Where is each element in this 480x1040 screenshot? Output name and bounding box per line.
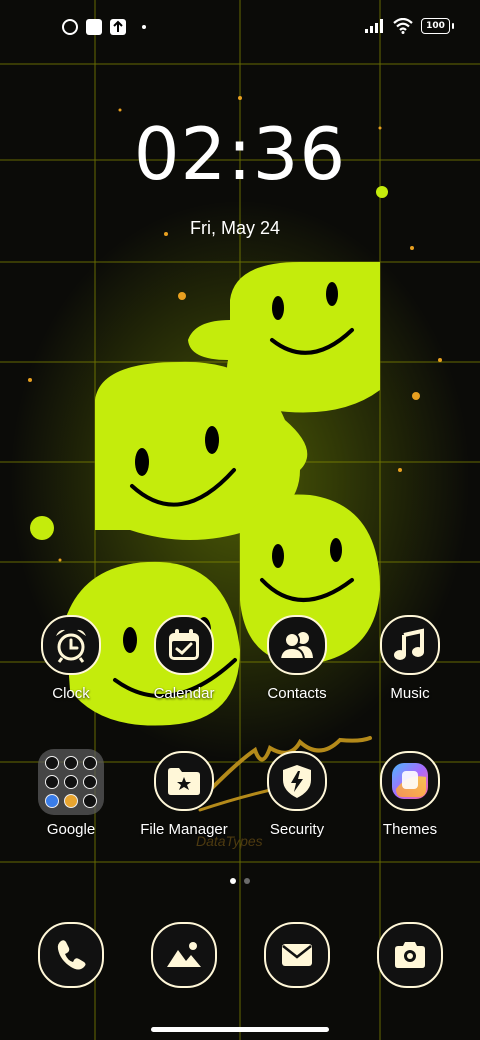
alarm-clock-icon — [41, 615, 101, 675]
app-calendar[interactable]: Calendar — [128, 615, 240, 702]
themes-icon — [380, 751, 440, 811]
gallery-icon — [151, 922, 217, 988]
notification-square-icon — [86, 19, 102, 35]
dock-gallery[interactable] — [151, 922, 217, 988]
music-note-icon — [380, 615, 440, 675]
calendar-check-icon — [154, 615, 214, 675]
app-contacts[interactable]: Contacts — [241, 615, 353, 702]
app-label: Calendar — [153, 685, 215, 702]
maps-icon — [83, 756, 97, 770]
app-clock[interactable]: Clock — [15, 615, 127, 702]
phone-icon — [38, 922, 104, 988]
clock-time[interactable]: 02:36 — [0, 112, 480, 196]
more-notifications-dot — [142, 25, 146, 29]
files-icon — [64, 794, 78, 808]
upload-arrow-icon — [110, 19, 126, 35]
dock-camera[interactable] — [377, 922, 443, 988]
shield-bolt-icon — [267, 751, 327, 811]
app-music[interactable]: Music — [354, 615, 466, 702]
mail-icon — [264, 922, 330, 988]
home-indicator-bar[interactable] — [151, 1027, 329, 1032]
page-dot[interactable] — [244, 878, 250, 884]
app-label: Google — [46, 821, 96, 838]
status-bar: 100 — [0, 0, 480, 56]
app-label: Themes — [382, 821, 438, 838]
duo-icon — [83, 794, 97, 808]
contacts-icon — [267, 615, 327, 675]
drive-icon — [45, 794, 59, 808]
meet-icon — [64, 775, 78, 789]
app-label: Contacts — [267, 685, 327, 702]
notification-app-icon — [62, 19, 78, 35]
app-label: Clock — [52, 685, 90, 702]
wifi-icon — [393, 18, 413, 34]
chrome-icon — [45, 756, 59, 770]
camera-icon — [377, 922, 443, 988]
app-file-manager[interactable]: File Manager — [128, 751, 240, 838]
clock-date[interactable]: Fri, May 24 — [0, 218, 470, 239]
signal-icon — [365, 19, 383, 33]
gmail-icon — [64, 756, 78, 770]
photos-icon — [83, 775, 97, 789]
app-label: Security — [269, 821, 325, 838]
page-dot-active[interactable] — [230, 878, 236, 884]
app-label: File Manager — [140, 821, 228, 838]
youtube-icon — [45, 775, 59, 789]
app-folder-google[interactable]: Google — [15, 749, 127, 838]
app-themes[interactable]: Themes — [354, 751, 466, 838]
app-security[interactable]: Security — [241, 751, 353, 838]
battery-indicator: 100 — [421, 18, 454, 34]
dock-phone[interactable] — [38, 922, 104, 988]
dock-mail[interactable] — [264, 922, 330, 988]
page-indicator[interactable] — [0, 878, 480, 884]
google-folder-icon — [38, 749, 104, 815]
folder-star-icon — [154, 751, 214, 811]
app-label: Music — [390, 685, 430, 702]
